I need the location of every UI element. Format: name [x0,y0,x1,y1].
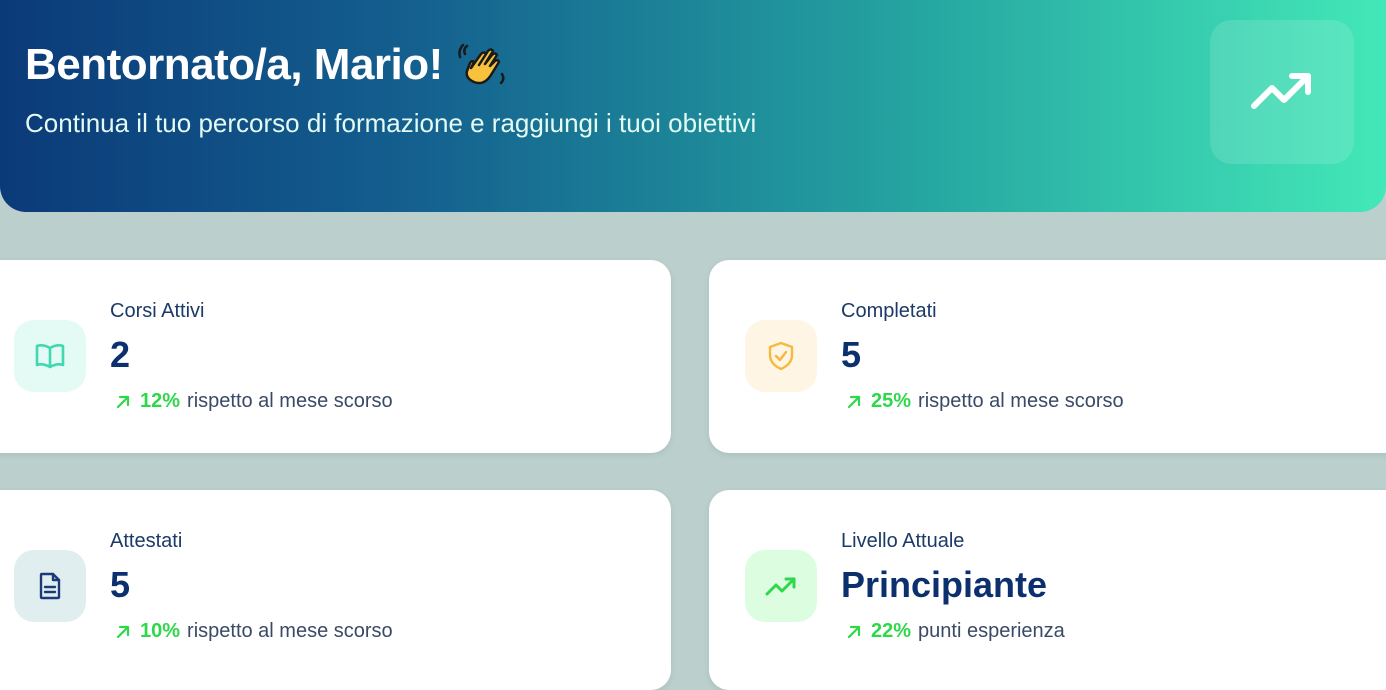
trending-up-icon [765,577,796,596]
stat-label: Attestati [110,530,183,552]
stat-value: 5 [110,564,131,605]
stat-card-current-level[interactable]: Livello Attuale Principiante 22% punti e… [709,490,1386,690]
stat-label: Corsi Attivi [110,300,205,322]
stat-label: Completati [841,300,937,322]
stat-trend: 12% rispetto al mese scorso [114,390,393,413]
stat-value: 2 [110,334,131,375]
trend-text: rispetto al mese scorso [187,390,393,412]
stat-trend: 25% rispetto al mese scorso [845,390,1124,413]
shield-icon-box [745,320,817,392]
trend-percent: 10% [140,620,181,642]
shield-check-icon [768,341,794,371]
welcome-title-text: Bentornato/a, Mario! [25,40,443,89]
document-icon-box [14,550,86,622]
stat-label: Livello Attuale [841,530,965,552]
arrow-up-right-icon [847,395,861,408]
welcome-banner: Bentornato/a, Mario! Continua il tuo per… [0,0,1386,212]
arrow-up-right-icon [116,395,130,408]
arrow-up-right-icon [847,625,861,638]
stat-trend: 10% rispetto al mese scorso [114,620,393,643]
trend-text: rispetto al mese scorso [187,620,393,642]
trending-up-icon [1251,73,1311,109]
waving-hand-icon [457,38,511,92]
stat-trend: 22% punti esperienza [845,620,1065,643]
book-icon-box [14,320,86,392]
trending-icon-box [745,550,817,622]
stat-card-completed[interactable]: Completati 5 25% rispetto al mese scorso [709,260,1386,453]
welcome-title: Bentornato/a, Mario! [25,38,511,92]
trend-text: punti esperienza [918,620,1065,642]
stat-card-certificates[interactable]: Attestati 5 10% rispetto al mese scorso [0,490,671,690]
trend-percent: 25% [871,390,912,412]
trending-badge [1210,20,1354,164]
trend-percent: 12% [140,390,181,412]
document-icon [39,572,61,600]
trend-text: rispetto al mese scorso [918,390,1124,412]
trend-percent: 22% [871,620,912,642]
arrow-up-right-icon [116,625,130,638]
stat-value: 5 [841,334,862,375]
book-icon [35,344,65,369]
stat-value: Principiante [841,564,1048,605]
welcome-subtitle: Continua il tuo percorso di formazione e… [25,108,757,138]
stat-card-active-courses[interactable]: Corsi Attivi 2 12% rispetto al mese scor… [0,260,671,453]
